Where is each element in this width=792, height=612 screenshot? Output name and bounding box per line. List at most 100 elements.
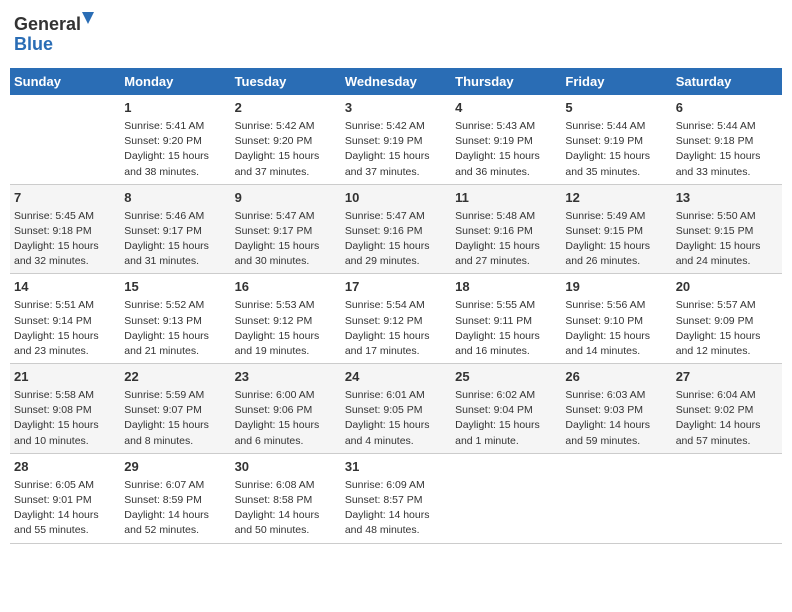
day-number: 2 <box>235 99 337 118</box>
day-info: Sunrise: 5:45 AM Sunset: 9:18 PM Dayligh… <box>14 209 116 270</box>
day-number: 12 <box>565 189 667 208</box>
day-info: Sunrise: 5:43 AM Sunset: 9:19 PM Dayligh… <box>455 119 557 180</box>
column-header-friday: Friday <box>561 68 671 95</box>
week-row-4: 21Sunrise: 5:58 AM Sunset: 9:08 PM Dayli… <box>10 364 782 454</box>
day-info: Sunrise: 5:41 AM Sunset: 9:20 PM Dayligh… <box>124 119 226 180</box>
day-info: Sunrise: 5:42 AM Sunset: 9:19 PM Dayligh… <box>345 119 447 180</box>
day-number: 26 <box>565 368 667 387</box>
day-number: 31 <box>345 458 447 477</box>
day-info: Sunrise: 6:02 AM Sunset: 9:04 PM Dayligh… <box>455 388 557 449</box>
day-number: 22 <box>124 368 226 387</box>
day-cell: 9Sunrise: 5:47 AM Sunset: 9:17 PM Daylig… <box>231 184 341 274</box>
day-number: 27 <box>676 368 778 387</box>
day-info: Sunrise: 5:52 AM Sunset: 9:13 PM Dayligh… <box>124 298 226 359</box>
logo: General Blue <box>14 10 94 60</box>
day-cell: 28Sunrise: 6:05 AM Sunset: 9:01 PM Dayli… <box>10 453 120 543</box>
day-cell <box>10 95 120 184</box>
day-number: 19 <box>565 278 667 297</box>
day-info: Sunrise: 5:44 AM Sunset: 9:19 PM Dayligh… <box>565 119 667 180</box>
day-cell: 31Sunrise: 6:09 AM Sunset: 8:57 PM Dayli… <box>341 453 451 543</box>
day-number: 18 <box>455 278 557 297</box>
day-info: Sunrise: 6:01 AM Sunset: 9:05 PM Dayligh… <box>345 388 447 449</box>
day-info: Sunrise: 5:46 AM Sunset: 9:17 PM Dayligh… <box>124 209 226 270</box>
day-number: 15 <box>124 278 226 297</box>
day-number: 13 <box>676 189 778 208</box>
day-info: Sunrise: 5:42 AM Sunset: 9:20 PM Dayligh… <box>235 119 337 180</box>
day-info: Sunrise: 5:50 AM Sunset: 9:15 PM Dayligh… <box>676 209 778 270</box>
day-number: 10 <box>345 189 447 208</box>
day-cell: 26Sunrise: 6:03 AM Sunset: 9:03 PM Dayli… <box>561 364 671 454</box>
day-cell: 13Sunrise: 5:50 AM Sunset: 9:15 PM Dayli… <box>672 184 782 274</box>
day-number: 6 <box>676 99 778 118</box>
calendar-header: SundayMondayTuesdayWednesdayThursdayFrid… <box>10 68 782 95</box>
day-cell: 11Sunrise: 5:48 AM Sunset: 9:16 PM Dayli… <box>451 184 561 274</box>
day-cell: 8Sunrise: 5:46 AM Sunset: 9:17 PM Daylig… <box>120 184 230 274</box>
day-cell: 25Sunrise: 6:02 AM Sunset: 9:04 PM Dayli… <box>451 364 561 454</box>
day-info: Sunrise: 6:08 AM Sunset: 8:58 PM Dayligh… <box>235 478 337 539</box>
day-info: Sunrise: 5:58 AM Sunset: 9:08 PM Dayligh… <box>14 388 116 449</box>
day-number: 4 <box>455 99 557 118</box>
day-cell <box>561 453 671 543</box>
calendar-body: 1Sunrise: 5:41 AM Sunset: 9:20 PM Daylig… <box>10 95 782 543</box>
day-cell: 30Sunrise: 6:08 AM Sunset: 8:58 PM Dayli… <box>231 453 341 543</box>
day-number: 8 <box>124 189 226 208</box>
day-number: 3 <box>345 99 447 118</box>
day-number: 29 <box>124 458 226 477</box>
day-cell: 5Sunrise: 5:44 AM Sunset: 9:19 PM Daylig… <box>561 95 671 184</box>
column-header-saturday: Saturday <box>672 68 782 95</box>
day-info: Sunrise: 5:49 AM Sunset: 9:15 PM Dayligh… <box>565 209 667 270</box>
week-row-2: 7Sunrise: 5:45 AM Sunset: 9:18 PM Daylig… <box>10 184 782 274</box>
day-info: Sunrise: 5:48 AM Sunset: 9:16 PM Dayligh… <box>455 209 557 270</box>
day-number: 24 <box>345 368 447 387</box>
day-info: Sunrise: 6:03 AM Sunset: 9:03 PM Dayligh… <box>565 388 667 449</box>
day-cell: 6Sunrise: 5:44 AM Sunset: 9:18 PM Daylig… <box>672 95 782 184</box>
day-info: Sunrise: 6:04 AM Sunset: 9:02 PM Dayligh… <box>676 388 778 449</box>
day-info: Sunrise: 5:47 AM Sunset: 9:16 PM Dayligh… <box>345 209 447 270</box>
week-row-5: 28Sunrise: 6:05 AM Sunset: 9:01 PM Dayli… <box>10 453 782 543</box>
day-cell: 19Sunrise: 5:56 AM Sunset: 9:10 PM Dayli… <box>561 274 671 364</box>
column-header-monday: Monday <box>120 68 230 95</box>
day-cell: 4Sunrise: 5:43 AM Sunset: 9:19 PM Daylig… <box>451 95 561 184</box>
day-info: Sunrise: 5:53 AM Sunset: 9:12 PM Dayligh… <box>235 298 337 359</box>
day-number: 17 <box>345 278 447 297</box>
day-info: Sunrise: 5:56 AM Sunset: 9:10 PM Dayligh… <box>565 298 667 359</box>
day-cell: 12Sunrise: 5:49 AM Sunset: 9:15 PM Dayli… <box>561 184 671 274</box>
day-number: 9 <box>235 189 337 208</box>
column-header-tuesday: Tuesday <box>231 68 341 95</box>
column-header-sunday: Sunday <box>10 68 120 95</box>
day-info: Sunrise: 5:51 AM Sunset: 9:14 PM Dayligh… <box>14 298 116 359</box>
logo-svg: General Blue <box>14 10 94 60</box>
day-info: Sunrise: 6:00 AM Sunset: 9:06 PM Dayligh… <box>235 388 337 449</box>
day-cell: 23Sunrise: 6:00 AM Sunset: 9:06 PM Dayli… <box>231 364 341 454</box>
week-row-3: 14Sunrise: 5:51 AM Sunset: 9:14 PM Dayli… <box>10 274 782 364</box>
day-cell: 16Sunrise: 5:53 AM Sunset: 9:12 PM Dayli… <box>231 274 341 364</box>
day-cell: 3Sunrise: 5:42 AM Sunset: 9:19 PM Daylig… <box>341 95 451 184</box>
day-number: 16 <box>235 278 337 297</box>
day-cell: 2Sunrise: 5:42 AM Sunset: 9:20 PM Daylig… <box>231 95 341 184</box>
day-cell: 22Sunrise: 5:59 AM Sunset: 9:07 PM Dayli… <box>120 364 230 454</box>
day-cell: 20Sunrise: 5:57 AM Sunset: 9:09 PM Dayli… <box>672 274 782 364</box>
svg-text:General: General <box>14 14 81 34</box>
page-header: General Blue <box>10 10 782 60</box>
day-info: Sunrise: 6:07 AM Sunset: 8:59 PM Dayligh… <box>124 478 226 539</box>
day-number: 25 <box>455 368 557 387</box>
day-number: 21 <box>14 368 116 387</box>
column-header-wednesday: Wednesday <box>341 68 451 95</box>
day-number: 7 <box>14 189 116 208</box>
calendar-table: SundayMondayTuesdayWednesdayThursdayFrid… <box>10 68 782 544</box>
day-info: Sunrise: 5:47 AM Sunset: 9:17 PM Dayligh… <box>235 209 337 270</box>
day-number: 28 <box>14 458 116 477</box>
day-info: Sunrise: 6:05 AM Sunset: 9:01 PM Dayligh… <box>14 478 116 539</box>
day-info: Sunrise: 5:57 AM Sunset: 9:09 PM Dayligh… <box>676 298 778 359</box>
day-cell <box>672 453 782 543</box>
day-number: 14 <box>14 278 116 297</box>
day-cell: 1Sunrise: 5:41 AM Sunset: 9:20 PM Daylig… <box>120 95 230 184</box>
svg-text:Blue: Blue <box>14 34 53 54</box>
day-cell: 14Sunrise: 5:51 AM Sunset: 9:14 PM Dayli… <box>10 274 120 364</box>
day-cell <box>451 453 561 543</box>
day-cell: 7Sunrise: 5:45 AM Sunset: 9:18 PM Daylig… <box>10 184 120 274</box>
day-number: 1 <box>124 99 226 118</box>
day-cell: 15Sunrise: 5:52 AM Sunset: 9:13 PM Dayli… <box>120 274 230 364</box>
day-cell: 29Sunrise: 6:07 AM Sunset: 8:59 PM Dayli… <box>120 453 230 543</box>
day-cell: 24Sunrise: 6:01 AM Sunset: 9:05 PM Dayli… <box>341 364 451 454</box>
